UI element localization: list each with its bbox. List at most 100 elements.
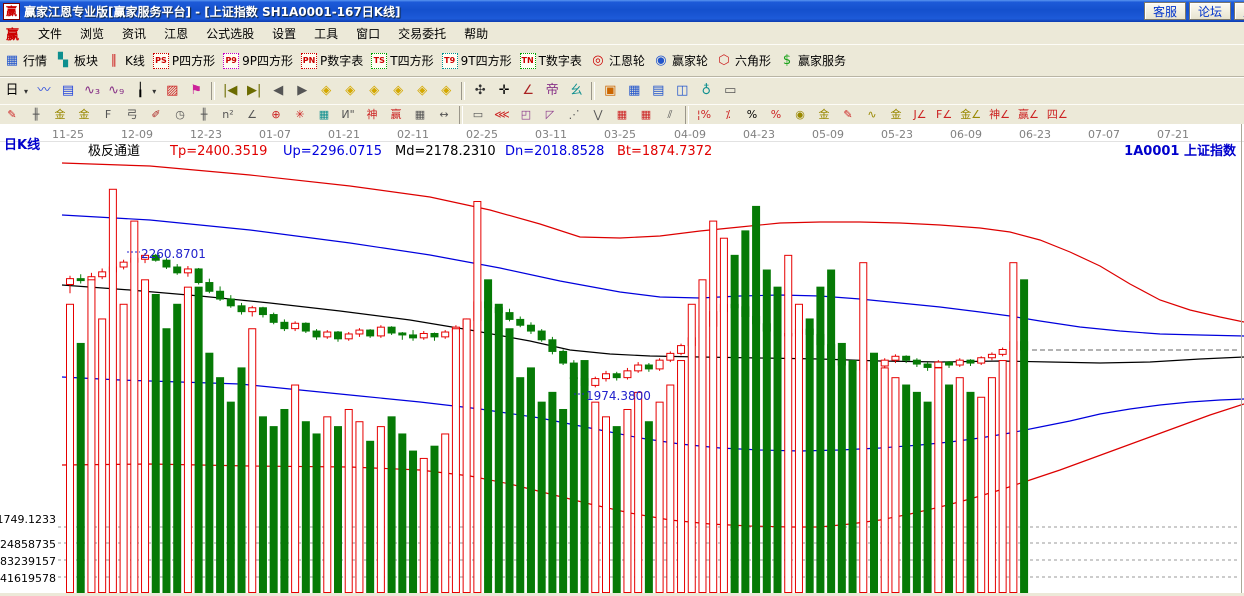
toolbar2-button-period-selector[interactable]: 日▾ xyxy=(0,82,32,100)
toolbar2-button-gann-emperor[interactable]: 帝 xyxy=(540,82,564,100)
toolbar2-button-freehand-draw[interactable]: 〰 xyxy=(32,82,56,100)
toolbar2-button-hand-tool[interactable]: ✣ xyxy=(468,82,492,100)
toolbar3-button-dial[interactable]: ◷ xyxy=(168,107,192,123)
toolbar3-button-percent[interactable]: % xyxy=(740,107,764,123)
toolbar2-button-pattern-red[interactable]: ▨ xyxy=(160,82,184,100)
toolbar2-button-diamond-right[interactable]: ◈ xyxy=(338,82,362,100)
toolbar3-button-gold-circle[interactable]: ◉ xyxy=(788,107,812,123)
titlebar-button-support[interactable]: 客服 xyxy=(1144,2,1186,20)
toolbar3-button-net-square[interactable]: ▦ xyxy=(312,107,336,123)
toolbar3-button-rect-tool[interactable]: ▭ xyxy=(466,107,490,123)
toolbar1-button-t-square[interactable]: TST四方形 xyxy=(367,51,437,70)
toolbar3-button-angle-a[interactable]: ∠ xyxy=(240,107,264,123)
toolbar2-button-diamond-v[interactable]: ◈ xyxy=(386,82,410,100)
toolbar1-button-winner-wheel[interactable]: ◉赢家轮 xyxy=(649,51,712,70)
toolbar3-button-gold-under[interactable]: 金 xyxy=(884,107,908,123)
menu-item-文件[interactable]: 文件 xyxy=(29,25,71,43)
toolbar3-button-gold-wave[interactable]: ∿ xyxy=(860,107,884,123)
toolbar2-button-diamond-cross[interactable]: ◈ xyxy=(410,82,434,100)
kline-chart[interactable]: 11-2512-0912-2301-0701-2102-1102-2503-11… xyxy=(0,124,1244,593)
toolbar3-button-n-square[interactable]: n² xyxy=(216,107,240,123)
toolbar3-button-red-grid-1[interactable]: ▦ xyxy=(610,107,634,123)
toolbar2-button-network-globe[interactable]: ♁ xyxy=(694,82,718,100)
toolbar3-button-gold-grid-1[interactable]: 金 xyxy=(48,107,72,123)
toolbar2-button-next-bar[interactable]: ▶ xyxy=(290,82,314,100)
toolbar3-button-v-line[interactable]: ⋁ xyxy=(586,107,610,123)
toolbar2-button-crosshair[interactable]: ✛ xyxy=(492,82,516,100)
titlebar-button-partial[interactable]: 主 xyxy=(1234,2,1244,20)
toolbar2-button-angle-measure[interactable]: ∠ xyxy=(516,82,540,100)
menu-item-帮助[interactable]: 帮助 xyxy=(455,25,497,43)
toolbar3-button-percent-ruler[interactable]: ¦% xyxy=(692,107,716,123)
menu-item-窗口[interactable]: 窗口 xyxy=(347,25,389,43)
toolbar2-button-printer[interactable]: ▭ xyxy=(718,82,742,100)
toolbar2-button-last-bar[interactable]: ▶| xyxy=(242,82,266,100)
toolbar1-button-winner-service[interactable]: $赢家服务 xyxy=(775,51,850,70)
toolbar2-button-diamond-h[interactable]: ◈ xyxy=(362,82,386,100)
toolbar3-button-win-grid[interactable]: 赢 xyxy=(384,107,408,123)
toolbar1-button-sector-blocks[interactable]: ▚板块 xyxy=(51,51,102,70)
toolbar3-button-gold-grid-2[interactable]: 金 xyxy=(72,107,96,123)
toolbar3-button-red-grid-2[interactable]: ▦ xyxy=(634,107,658,123)
toolbar3-button-grid-1[interactable]: ╫ xyxy=(24,107,48,123)
titlebar[interactable]: 赢 赢家江恩专业版[赢家服务平台] - [上证指数 SH1A0001-167日K… xyxy=(0,0,1244,22)
toolbar3-button-f-grid[interactable]: F xyxy=(96,107,120,123)
toolbar2-button-first-bar[interactable]: |◀ xyxy=(218,82,242,100)
toolbar2-button-candle-style[interactable]: ╽▾ xyxy=(128,82,160,100)
toolbar3-button-shen-grid[interactable]: 神 xyxy=(360,107,384,123)
toolbar3-button-circle-cross[interactable]: ⊕ xyxy=(264,107,288,123)
toolbar3-button-slant-lines[interactable]: ⫽ xyxy=(658,107,682,123)
toolbar2-button-diamond-left[interactable]: ◈ xyxy=(314,82,338,100)
toolbar2-button-calendar[interactable]: ▣ xyxy=(598,82,622,100)
toolbar2-button-save-disk[interactable]: ◫ xyxy=(670,82,694,100)
toolbar1-button-9t-square[interactable]: T99T四方形 xyxy=(438,51,516,70)
toolbar2-button-diamond-all[interactable]: ◈ xyxy=(434,82,458,100)
toolbar1-button-t-digit-table[interactable]: TNT数字表 xyxy=(516,51,586,70)
toolbar3-button-candle-brush[interactable]: ✎ xyxy=(836,107,860,123)
toolbar3-button-i-marks[interactable]: И" xyxy=(336,107,360,123)
toolbar3-button-dense-grid[interactable]: ▦ xyxy=(408,107,432,123)
menu-item-工具[interactable]: 工具 xyxy=(305,25,347,43)
toolbar1-button-quote-table[interactable]: ▦行情 xyxy=(0,51,51,70)
toolbar2-button-tick-flag[interactable]: ⚑ xyxy=(184,82,208,100)
toolbar3-button-fan-box[interactable]: ◰ xyxy=(514,107,538,123)
toolbar3-button-h-span[interactable]: ↔ xyxy=(432,107,456,123)
toolbar3-button-brush[interactable]: ✎ xyxy=(0,107,24,123)
toolbar3-button-bow-tool[interactable]: 弓 xyxy=(120,107,144,123)
toolbar1-button-9p-square[interactable]: P99P四方形 xyxy=(219,51,297,70)
toolbar3-button-fan-red[interactable]: ⋘ xyxy=(490,107,514,123)
toolbar3-button-star-web[interactable]: ✳ xyxy=(288,107,312,123)
toolbar3-button-j-angle[interactable]: J∠ xyxy=(908,107,932,123)
toolbar3-button-gold-lines[interactable]: 金 xyxy=(812,107,836,123)
toolbar2-button-wave-9[interactable]: ∿₉ xyxy=(104,82,128,100)
toolbar3-button-grid-2[interactable]: ╫ xyxy=(192,107,216,123)
toolbar2-button-calculator[interactable]: ▦ xyxy=(622,82,646,100)
toolbar3-button-fan-diag[interactable]: ◸ xyxy=(538,107,562,123)
toolbar1-button-kline[interactable]: ∥K线 xyxy=(102,51,149,70)
menu-item-江恩[interactable]: 江恩 xyxy=(155,25,197,43)
menu-item-设置[interactable]: 设置 xyxy=(263,25,305,43)
toolbar3-button-percent-line[interactable]: ⁒ xyxy=(716,107,740,123)
toolbar1-button-hexagon[interactable]: ⬡六角形 xyxy=(712,51,775,70)
toolbar2-button-wave-3[interactable]: ∿₃ xyxy=(80,82,104,100)
menu-item-交易委托[interactable]: 交易委托 xyxy=(389,25,455,43)
toolbar3-button-win-angle[interactable]: 赢∠ xyxy=(1014,107,1043,123)
toolbar1-button-p-digit-table[interactable]: PNP数字表 xyxy=(297,51,367,70)
titlebar-button-forum[interactable]: 论坛 xyxy=(1189,2,1231,20)
toolbar3-button-shen-angle[interactable]: 神∠ xyxy=(985,107,1014,123)
toolbar3-button-red-percent[interactable]: % xyxy=(764,107,788,123)
toolbar3-button-four-angle[interactable]: 四∠ xyxy=(1043,107,1072,123)
toolbar2-button-notebook[interactable]: ▤ xyxy=(646,82,670,100)
toolbar3-button-gold-angle[interactable]: 金∠ xyxy=(956,107,985,123)
toolbar3-button-pen-ruler[interactable]: ✐ xyxy=(144,107,168,123)
toolbar3-button-f-angle[interactable]: F∠ xyxy=(932,107,956,123)
toolbar2-button-prev-bar[interactable]: ◀ xyxy=(266,82,290,100)
toolbar3-button-line-fan[interactable]: ⋰ xyxy=(562,107,586,123)
toolbar2-button-note-page[interactable]: ▤ xyxy=(56,82,80,100)
menu-item-公式选股[interactable]: 公式选股 xyxy=(197,25,263,43)
menu-item-资讯[interactable]: 资讯 xyxy=(113,25,155,43)
toolbar1-button-gann-wheel[interactable]: ◎江恩轮 xyxy=(586,51,649,70)
menu-item-浏览[interactable]: 浏览 xyxy=(71,25,113,43)
toolbar2-button-gann-brain[interactable]: ㄠ xyxy=(564,82,588,100)
toolbar1-button-p-square[interactable]: PSP四方形 xyxy=(149,51,219,70)
